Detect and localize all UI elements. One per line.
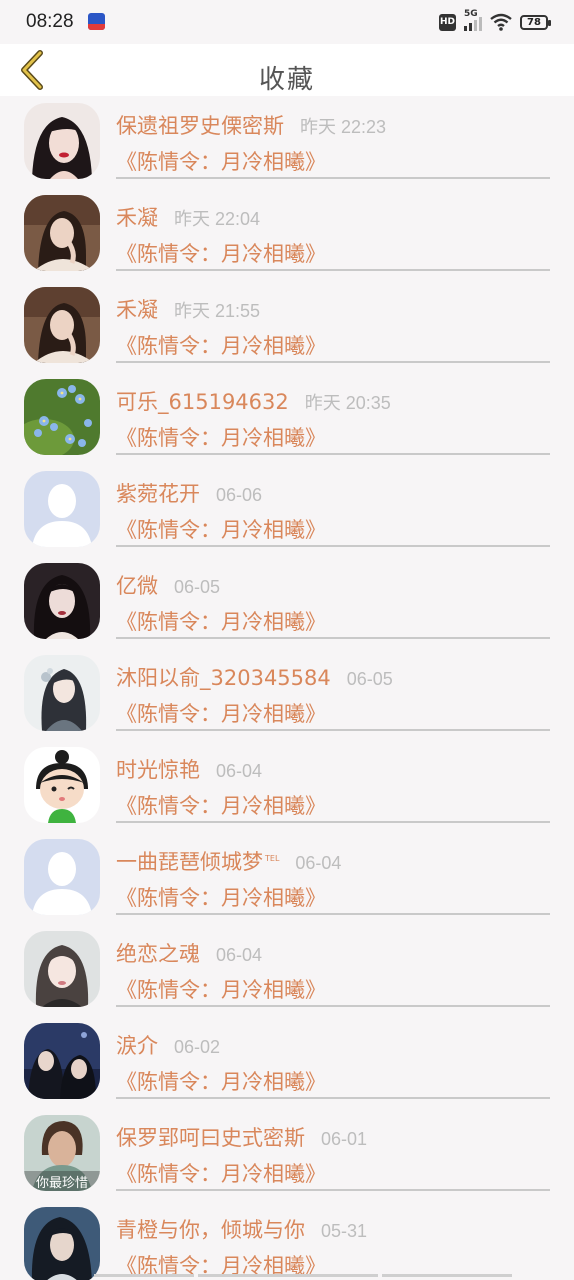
user-name: 保遗祖罗史傈密斯 (116, 114, 284, 138)
favorite-title[interactable]: 《陈情令：月冷相曦》 (116, 330, 326, 360)
avatar[interactable] (24, 1023, 100, 1099)
timestamp: 06-02 (174, 1037, 221, 1057)
avatar-caption: 你最珍惜 (36, 1176, 88, 1191)
status-bar: 08:28 HD 5G 78 (0, 0, 574, 44)
user-name: 禾凝 (116, 298, 158, 322)
timestamp: 昨天 22:04 (174, 209, 261, 229)
user-name: 时光惊艳 (116, 758, 200, 782)
avatar[interactable] (24, 931, 100, 1007)
nav-bar: 收藏 (0, 44, 574, 96)
divider (116, 1005, 550, 1007)
timestamp: 06-04 (216, 761, 263, 781)
user-name: 绝恋之魂 (116, 942, 200, 966)
bottom-tab-indicators (0, 1274, 574, 1280)
notification-app-icon (88, 13, 105, 30)
user-name: 涙介 (116, 1034, 158, 1058)
user-name: 保罗郢呵曰史式密斯 (116, 1126, 305, 1150)
divider (116, 361, 550, 363)
list-item[interactable]: 禾凝 昨天 21:55 《陈情令：月冷相曦》 (0, 280, 574, 372)
timestamp: 昨天 21:55 (174, 301, 261, 321)
timestamp: 06-05 (174, 577, 221, 597)
tel-mark: TEL (265, 854, 280, 863)
avatar[interactable] (24, 379, 100, 455)
favorites-list: 保遗祖罗史傈密斯 昨天 22:23 《陈情令：月冷相曦》 禾凝 昨天 22:04… (0, 96, 574, 1280)
user-name: 亿微 (116, 574, 158, 598)
list-item[interactable]: 紫菀花开 06-06 《陈情令：月冷相曦》 (0, 464, 574, 556)
favorite-title[interactable]: 《陈情令：月冷相曦》 (116, 1158, 326, 1188)
avatar[interactable] (24, 195, 100, 271)
page-title: 收藏 (258, 65, 315, 95)
timestamp: 05-31 (321, 1221, 368, 1241)
list-item[interactable]: 亿微 06-05 《陈情令：月冷相曦》 (0, 556, 574, 648)
user-name: 可乐_615194632 (116, 390, 289, 414)
list-item[interactable]: 沐阳以俞_320345584 06-05 《陈情令：月冷相曦》 (0, 648, 574, 740)
wifi-icon (490, 13, 512, 31)
timestamp: 昨天 22:23 (300, 117, 387, 137)
list-item[interactable]: 可乐_615194632 昨天 20:35 《陈情令：月冷相曦》 (0, 372, 574, 464)
avatar[interactable] (24, 747, 100, 823)
favorite-title[interactable]: 《陈情令：月冷相曦》 (116, 698, 326, 728)
divider (116, 913, 550, 915)
favorite-title[interactable]: 《陈情令：月冷相曦》 (116, 882, 326, 912)
status-indicators: HD 5G 78 (439, 9, 551, 34)
favorite-title[interactable]: 《陈情令：月冷相曦》 (116, 1066, 326, 1096)
list-item[interactable]: 保遗祖罗史傈密斯 昨天 22:23 《陈情令：月冷相曦》 (0, 96, 574, 188)
divider (116, 637, 550, 639)
status-time: 08:28 (26, 11, 74, 32)
timestamp: 06-04 (216, 945, 263, 965)
user-name: 一曲琵琶倾城梦 TEL (116, 850, 280, 874)
list-item[interactable]: 涙介 06-02 《陈情令：月冷相曦》 (0, 1016, 574, 1108)
divider (116, 177, 550, 179)
divider (116, 1097, 550, 1099)
avatar[interactable] (24, 839, 100, 915)
avatar[interactable] (24, 1207, 100, 1280)
divider (116, 821, 550, 823)
list-item[interactable]: 绝恋之魂 06-04 《陈情令：月冷相曦》 (0, 924, 574, 1016)
avatar[interactable]: 你最珍惜 (24, 1115, 100, 1191)
avatar[interactable] (24, 287, 100, 363)
favorite-title[interactable]: 《陈情令：月冷相曦》 (116, 606, 326, 636)
battery-level: 78 (527, 16, 541, 28)
user-name: 沐阳以俞_320345584 (116, 666, 331, 690)
avatar[interactable] (24, 563, 100, 639)
favorite-title[interactable]: 《陈情令：月冷相曦》 (116, 790, 326, 820)
timestamp: 06-01 (321, 1129, 368, 1149)
network-type: 5G (464, 9, 478, 19)
hd-icon: HD (439, 13, 456, 31)
list-item[interactable]: 你最珍惜 保罗郢呵曰史式密斯 06-01 《陈情令：月冷相曦》 (0, 1108, 574, 1200)
battery-icon: 78 (520, 14, 551, 30)
user-name: 紫菀花开 (116, 482, 200, 506)
timestamp: 06-06 (216, 485, 263, 505)
favorite-title[interactable]: 《陈情令：月冷相曦》 (116, 422, 326, 452)
timestamp: 昨天 20:35 (304, 393, 391, 413)
divider (116, 269, 550, 271)
divider (116, 1189, 550, 1191)
avatar[interactable] (24, 655, 100, 731)
divider (116, 545, 550, 547)
avatar[interactable] (24, 471, 100, 547)
list-item[interactable]: 时光惊艳 06-04 《陈情令：月冷相曦》 (0, 740, 574, 832)
list-item[interactable]: 青橙与你，倾城与你 05-31 《陈情令：月冷相曦》 (0, 1200, 574, 1280)
list-item[interactable]: 禾凝 昨天 22:04 《陈情令：月冷相曦》 (0, 188, 574, 280)
favorite-title[interactable]: 《陈情令：月冷相曦》 (116, 146, 326, 176)
timestamp: 06-04 (295, 853, 342, 873)
avatar[interactable] (24, 103, 100, 179)
divider (116, 453, 550, 455)
timestamp: 06-05 (346, 669, 393, 689)
favorite-title[interactable]: 《陈情令：月冷相曦》 (116, 514, 326, 544)
user-name: 青橙与你，倾城与你 (116, 1218, 305, 1242)
favorite-title[interactable]: 《陈情令：月冷相曦》 (116, 974, 326, 1004)
divider (116, 729, 550, 731)
signal-icon: 5G (464, 9, 482, 31)
favorite-title[interactable]: 《陈情令：月冷相曦》 (116, 238, 326, 268)
user-name: 禾凝 (116, 206, 158, 230)
list-item[interactable]: 一曲琵琶倾城梦 TEL 06-04 《陈情令：月冷相曦》 (0, 832, 574, 924)
